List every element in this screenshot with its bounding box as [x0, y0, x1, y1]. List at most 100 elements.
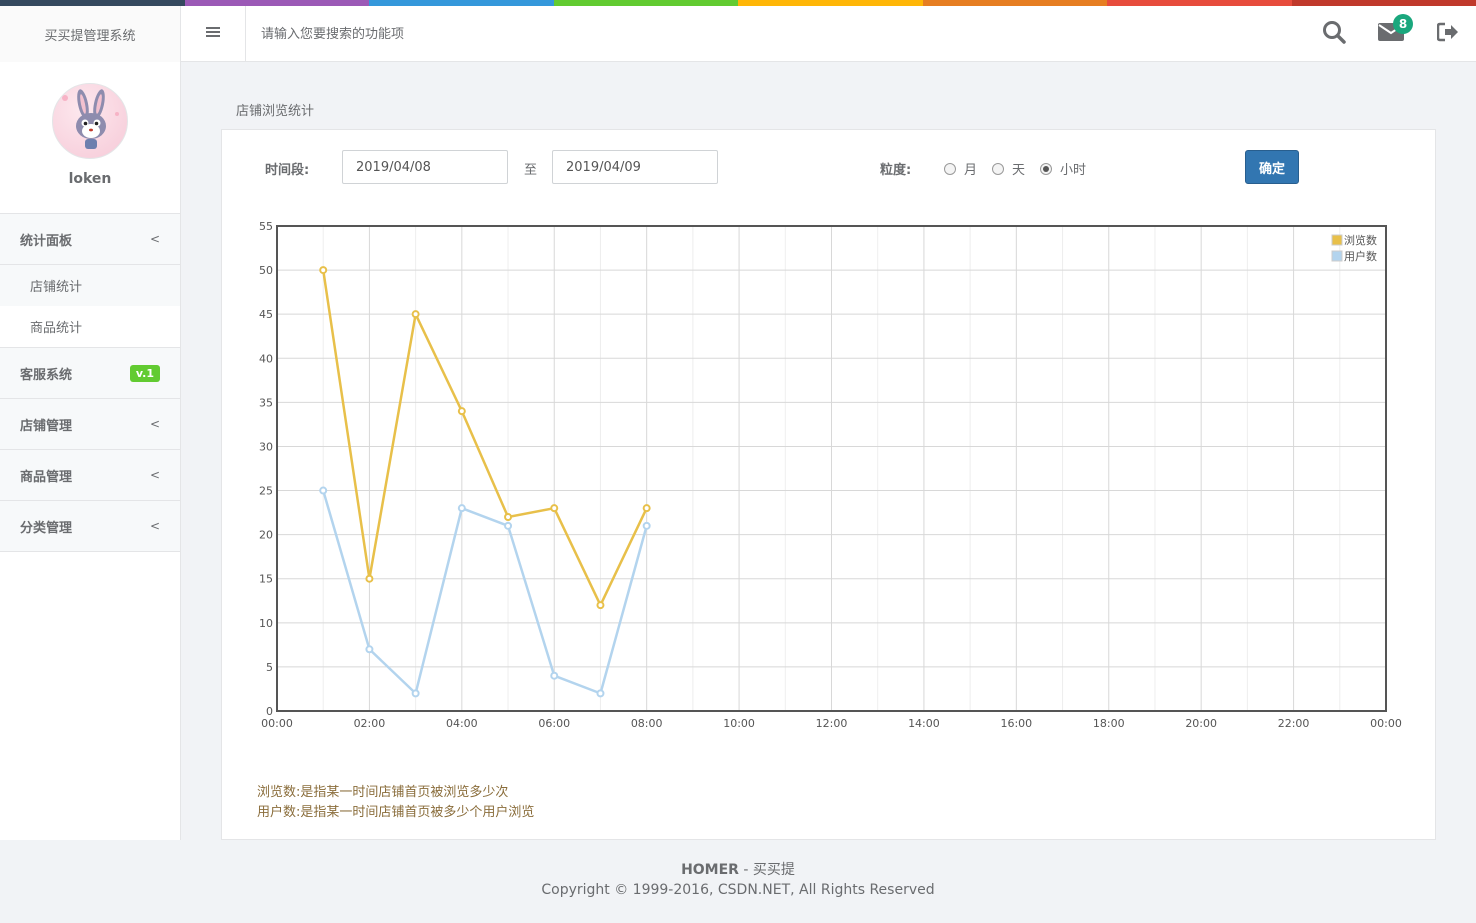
- y-tick-label: 55: [259, 220, 273, 233]
- sidebar-item-label: 统计面板: [20, 233, 73, 249]
- radio-circle: [1040, 162, 1052, 175]
- sidebar-item-label: 分类管理: [20, 520, 73, 536]
- series-line: [321, 269, 648, 607]
- data-point: [319, 486, 328, 495]
- data-point: [596, 689, 605, 698]
- logout-button[interactable]: [1419, 6, 1476, 62]
- x-tick-label: 00:00: [1370, 717, 1402, 730]
- username: loken: [68, 171, 112, 187]
- data-point: [457, 504, 466, 513]
- top-header: 买买提管理系统 8: [0, 6, 1476, 62]
- x-tick-label: 20:00: [1185, 717, 1217, 730]
- start-date-input[interactable]: [342, 150, 508, 184]
- legend-label: 用户数: [1344, 249, 1377, 263]
- radio-label: 月: [964, 163, 978, 178]
- avatar[interactable]: [52, 83, 128, 159]
- data-point: [504, 521, 513, 530]
- search-icon: [1322, 20, 1346, 48]
- footer-brand: HOMER: [681, 862, 739, 878]
- header-nav: 8: [1305, 6, 1476, 62]
- confirm-button[interactable]: 确定: [1245, 150, 1299, 184]
- y-tick-label: 45: [259, 308, 273, 321]
- menu-toggle-button[interactable]: [181, 6, 246, 62]
- menu-icon: [206, 26, 220, 42]
- sidebar-item-shop-stats[interactable]: 店铺统计: [0, 265, 180, 306]
- x-tick-label: 14:00: [908, 717, 940, 730]
- footer-brand-line: HOMER - 买买提: [0, 860, 1476, 880]
- y-tick-label: 50: [259, 264, 273, 277]
- x-tick-label: 16:00: [1000, 717, 1032, 730]
- data-point: [550, 504, 559, 513]
- logout-icon: [1436, 22, 1459, 46]
- sidebar-item-label: 客服系统: [20, 367, 73, 383]
- x-tick-label: 02:00: [354, 717, 386, 730]
- data-point: [365, 645, 374, 654]
- sidebar-item-category-mgmt[interactable]: 分类管理 <: [0, 501, 180, 552]
- sidebar-item-label: 商品管理: [20, 469, 73, 485]
- y-tick-label: 5: [266, 661, 273, 674]
- legend-swatch: [1331, 234, 1343, 246]
- chevron-left-icon: <: [149, 519, 160, 533]
- footer: HOMER - 买买提 Copyright © 1999-2016, CSDN.…: [0, 860, 1476, 900]
- mail-button[interactable]: 8: [1362, 6, 1419, 62]
- radio-label: 小时: [1060, 163, 1087, 178]
- x-tick-label: 04:00: [446, 717, 478, 730]
- data-point: [411, 689, 420, 698]
- legend-swatch: [1331, 250, 1343, 262]
- x-tick-label: 22:00: [1278, 717, 1310, 730]
- data-point: [504, 513, 513, 521]
- y-tick-label: 25: [259, 485, 273, 498]
- sidebar-item-goods-stats[interactable]: 商品统计: [0, 306, 180, 347]
- series-line: [322, 490, 648, 695]
- stats-panel: 时间段: 至 粒度: 月 天 小时 确定 00:00 02:00 04:00 06:0…: [221, 129, 1436, 840]
- chevron-left-icon: <: [149, 417, 160, 431]
- brand-title[interactable]: 买买提管理系统: [0, 6, 181, 62]
- sidebar: loken 统计面板 < 店铺统计 商品统计 客服系统 v.1 店铺管理 < 商…: [0, 62, 181, 840]
- note-users: 用户数:是指某一时间店铺首页被多少个用户浏览: [257, 805, 535, 820]
- search-input[interactable]: [246, 6, 1006, 62]
- line-chart: 00:00 02:00 04:00 06:00 08:00 10:00 12:00 14:00…: [259, 220, 1402, 730]
- x-tick-label: 12:00: [816, 717, 848, 730]
- y-tick-label: 35: [259, 396, 273, 409]
- note-views: 浏览数:是指某一时间店铺首页被浏览多少次: [257, 785, 509, 800]
- y-tick-label: 15: [259, 573, 273, 586]
- chevron-left-icon: <: [149, 232, 160, 246]
- x-tick-label: 00:00: [261, 717, 293, 730]
- sidebar-item-shop-mgmt[interactable]: 店铺管理 <: [0, 399, 180, 450]
- data-point: [642, 521, 651, 530]
- to-label: 至: [524, 163, 538, 178]
- chevron-left-icon: <: [149, 468, 160, 482]
- y-tick-label: 10: [259, 617, 273, 630]
- granularity-label: 粒度:: [880, 163, 912, 178]
- footer-copyright: Copyright © 1999-2016, CSDN.NET, All Rig…: [541, 882, 935, 898]
- legend-label: 浏览数: [1344, 233, 1377, 247]
- radio-circle: [944, 162, 956, 175]
- x-tick-label: 10:00: [723, 717, 755, 730]
- search-button[interactable]: [1305, 6, 1362, 62]
- x-tick-label: 08:00: [631, 717, 663, 730]
- y-tick-label: 30: [259, 440, 273, 453]
- sidebar-item-stats[interactable]: 统计面板 <: [0, 214, 180, 265]
- data-point: [596, 601, 605, 610]
- mail-count-badge: 8: [1393, 14, 1413, 34]
- x-tick-label: 06:00: [538, 717, 570, 730]
- radio-day[interactable]: 天: [992, 159, 1025, 178]
- radio-month[interactable]: 月: [944, 159, 977, 178]
- page-title: 店铺浏览统计: [236, 104, 315, 119]
- data-point: [411, 310, 420, 319]
- data-point: [457, 407, 466, 416]
- sidebar-item-label: 店铺管理: [20, 418, 73, 434]
- x-tick-label: 18:00: [1093, 717, 1125, 730]
- radio-hour[interactable]: 小时: [1040, 159, 1086, 178]
- data-point: [319, 266, 328, 275]
- profile-card: loken: [0, 62, 180, 214]
- sidebar-item-goods-mgmt[interactable]: 商品管理 <: [0, 450, 180, 501]
- version-badge: v.1: [129, 364, 160, 382]
- stats-submenu: 店铺统计 商品统计: [0, 265, 180, 348]
- data-point: [642, 504, 651, 513]
- filter-form: 时间段: 至 粒度: 月 天 小时 确定: [222, 150, 1435, 184]
- time-range-label: 时间段:: [265, 163, 310, 178]
- y-tick-label: 20: [259, 529, 273, 542]
- end-date-input[interactable]: [552, 150, 718, 184]
- sidebar-item-customer-service[interactable]: 客服系统 v.1: [0, 348, 180, 399]
